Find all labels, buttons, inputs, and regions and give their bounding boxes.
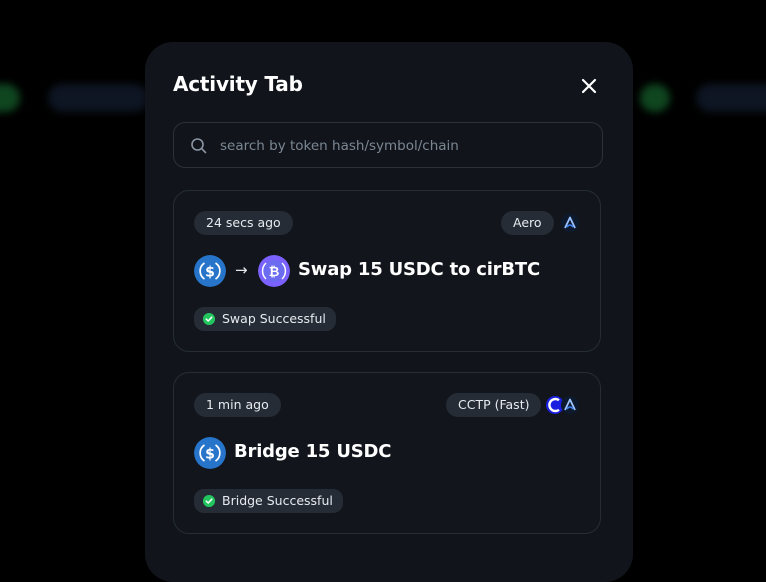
time-badge: 1 min ago bbox=[194, 393, 281, 417]
background-blur-right bbox=[640, 84, 670, 112]
activity-card-swap[interactable]: 24 secs ago Aero $ → ₿ Swap 15 USDC to c… bbox=[173, 190, 601, 352]
search-input[interactable] bbox=[218, 123, 592, 169]
aerodrome-icon bbox=[561, 396, 579, 414]
modal-title: Activity Tab bbox=[173, 72, 303, 96]
background-blur-left-2 bbox=[48, 84, 148, 112]
protocol-badge: Aero bbox=[501, 211, 554, 235]
cirbtc-icon: ₿ bbox=[258, 255, 290, 287]
activity-card-bridge[interactable]: 1 min ago CCTP (Fast) $ Bridge 15 USDC B… bbox=[173, 372, 601, 534]
status-badge: Swap Successful bbox=[194, 307, 336, 331]
status-text: Bridge Successful bbox=[222, 493, 333, 508]
background-blur-right-2 bbox=[696, 84, 766, 112]
check-circle-icon bbox=[203, 313, 215, 325]
status-badge: Bridge Successful bbox=[194, 489, 343, 513]
arrow-right-icon: → bbox=[235, 261, 248, 279]
search-box bbox=[173, 122, 603, 169]
svg-text:$: $ bbox=[205, 265, 215, 281]
close-icon[interactable] bbox=[577, 74, 601, 98]
time-badge: 24 secs ago bbox=[194, 211, 293, 235]
svg-text:$: $ bbox=[205, 447, 215, 463]
check-circle-icon bbox=[203, 495, 215, 507]
svg-text:₿: ₿ bbox=[269, 265, 280, 280]
activity-title: Swap 15 USDC to cirBTC bbox=[298, 259, 540, 280]
usdc-icon: $ bbox=[194, 437, 226, 469]
aerodrome-icon bbox=[561, 214, 579, 232]
activity-modal: Activity Tab 24 secs ago Aero $ → bbox=[145, 42, 633, 582]
protocol-badge: CCTP (Fast) bbox=[446, 393, 542, 417]
search-icon bbox=[191, 138, 207, 154]
usdc-icon: $ bbox=[194, 255, 226, 287]
background-blur-left bbox=[0, 84, 20, 112]
status-text: Swap Successful bbox=[222, 311, 326, 326]
activity-title: Bridge 15 USDC bbox=[234, 441, 392, 462]
